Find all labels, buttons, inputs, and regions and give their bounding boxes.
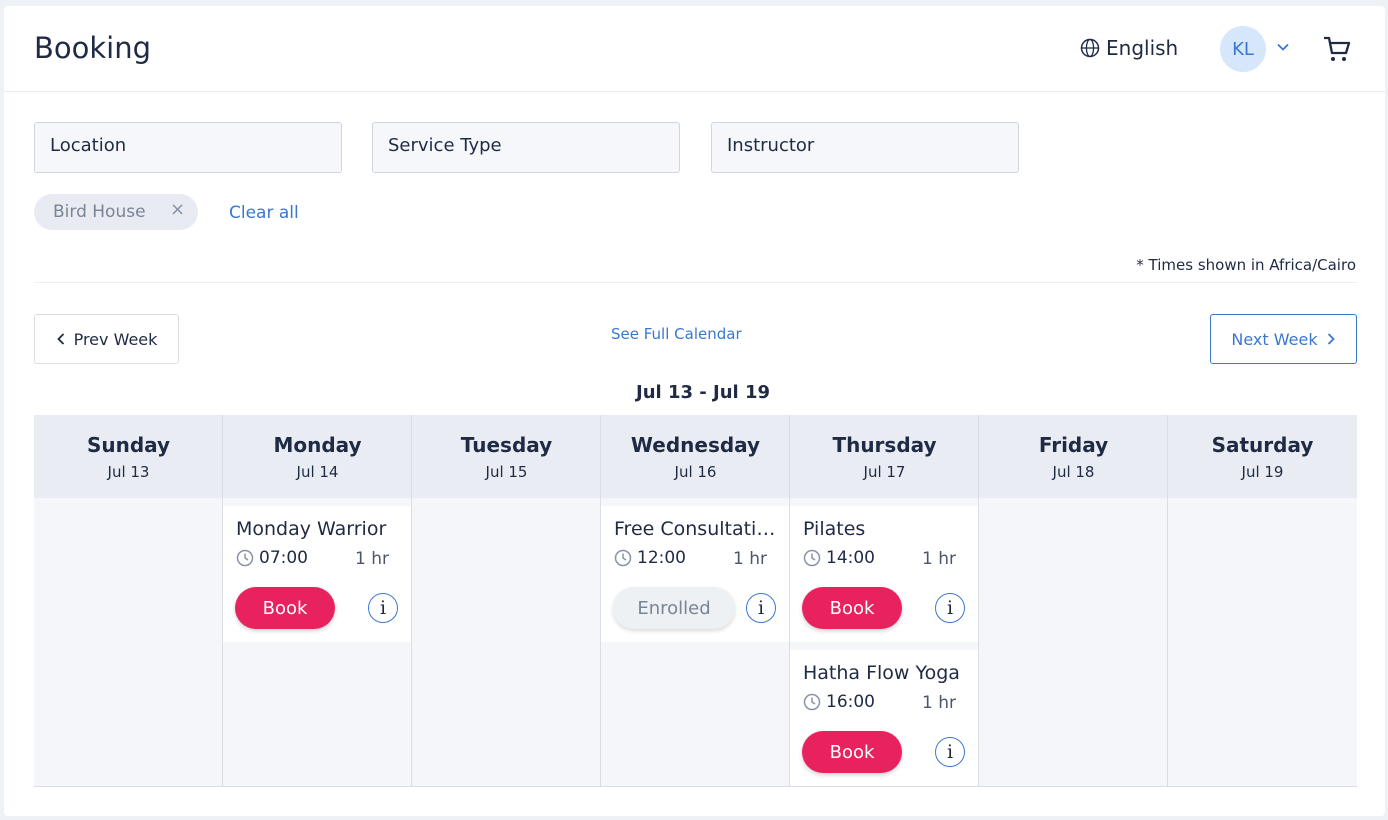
event-card: Pilates 14:00 1 hr Book i [790, 506, 978, 642]
close-icon[interactable]: × [170, 199, 185, 220]
week-grid: Sunday Jul 13 Monday Jul 14 Tuesday Jul … [34, 415, 1357, 787]
day-date: Jul 13 [107, 463, 150, 481]
column-divider [789, 415, 790, 786]
day-name: Saturday [1211, 433, 1314, 457]
day-column-saturday [1168, 498, 1357, 786]
divider [34, 282, 1357, 283]
info-icon[interactable]: i [935, 593, 965, 623]
event-title[interactable]: Free Consultation [614, 518, 778, 540]
day-column-sunday [34, 498, 223, 786]
column-divider [222, 415, 223, 786]
day-column-monday: Monday Warrior 07:00 1 hr Book i [223, 498, 412, 786]
event-duration: 1 hr [922, 693, 956, 713]
column-divider [978, 415, 979, 786]
day-date: Jul 14 [296, 463, 339, 481]
day-header-saturday: Saturday Jul 19 [1168, 415, 1357, 498]
booking-card: Booking English KL Location Service Type… [4, 6, 1385, 816]
prev-week-button[interactable]: Prev Week [34, 314, 179, 364]
book-button[interactable]: Book [235, 587, 335, 629]
instructor-filter[interactable]: Instructor [711, 122, 1019, 173]
event-time: 07:00 [236, 548, 308, 568]
location-filter[interactable]: Location [34, 122, 342, 173]
day-name: Wednesday [630, 433, 761, 457]
day-date: Jul 17 [863, 463, 906, 481]
globe-icon [1080, 38, 1100, 58]
clock-icon [236, 549, 254, 567]
day-column-thursday: Pilates 14:00 1 hr Book i Hatha Flow Yog… [790, 498, 979, 786]
event-time-value: 12:00 [637, 548, 686, 568]
day-column-tuesday [412, 498, 601, 786]
chevron-right-icon [1327, 333, 1335, 345]
column-divider [600, 415, 601, 786]
day-header-friday: Friday Jul 18 [979, 415, 1168, 498]
day-header-monday: Monday Jul 14 [223, 415, 412, 498]
event-duration: 1 hr [355, 549, 389, 569]
day-name: Thursday [832, 433, 937, 457]
filter-chip-label: Bird House [53, 202, 146, 222]
day-date: Jul 19 [1241, 463, 1284, 481]
event-time-value: 16:00 [826, 692, 875, 712]
filter-chip: Bird House × [34, 194, 198, 230]
clock-icon [614, 549, 632, 567]
day-column-wednesday: Free Consultation 12:00 1 hr Enrolled i [601, 498, 790, 786]
chevron-left-icon [56, 333, 64, 345]
day-column-friday [979, 498, 1168, 786]
event-title[interactable]: Hatha Flow Yoga [803, 662, 967, 684]
info-icon[interactable]: i [935, 737, 965, 767]
info-icon[interactable]: i [746, 593, 776, 623]
event-time-value: 14:00 [826, 548, 875, 568]
clock-icon [803, 693, 821, 711]
cart-icon[interactable] [1322, 34, 1352, 64]
day-name: Monday [273, 433, 362, 457]
day-date: Jul 18 [1052, 463, 1095, 481]
event-title[interactable]: Pilates [803, 518, 967, 540]
event-card: Monday Warrior 07:00 1 hr Book i [223, 506, 411, 642]
day-date: Jul 15 [485, 463, 528, 481]
event-time: 14:00 [803, 548, 875, 568]
column-divider [411, 415, 412, 786]
info-icon[interactable]: i [368, 593, 398, 623]
day-name: Friday [1038, 433, 1109, 457]
day-name: Sunday [86, 433, 171, 457]
event-time: 12:00 [614, 548, 686, 568]
day-header-tuesday: Tuesday Jul 15 [412, 415, 601, 498]
day-header-wednesday: Wednesday Jul 16 [601, 415, 790, 498]
event-duration: 1 hr [733, 549, 767, 569]
language-selector[interactable]: English [1080, 36, 1178, 60]
clear-all-link[interactable]: Clear all [229, 203, 299, 223]
see-full-calendar-link[interactable]: See Full Calendar [611, 325, 742, 343]
book-button[interactable]: Book [802, 587, 902, 629]
day-header-thursday: Thursday Jul 17 [790, 415, 979, 498]
next-week-button[interactable]: Next Week [1210, 314, 1357, 364]
enrolled-button: Enrolled [613, 587, 735, 629]
event-time: 16:00 [803, 692, 875, 712]
week-range: Jul 13 - Jul 19 [636, 382, 770, 403]
prev-week-label: Prev Week [73, 329, 158, 349]
day-name: Tuesday [460, 433, 553, 457]
page-title: Booking [34, 31, 152, 65]
event-time-value: 07:00 [259, 548, 308, 568]
book-button[interactable]: Book [802, 731, 902, 773]
language-label: English [1106, 36, 1179, 60]
service-type-filter[interactable]: Service Type [372, 122, 680, 173]
header: Booking English KL [4, 6, 1385, 92]
event-duration: 1 hr [922, 549, 956, 569]
event-title[interactable]: Monday Warrior [236, 518, 400, 540]
next-week-label: Next Week [1231, 329, 1318, 349]
column-divider [1167, 415, 1168, 786]
event-card: Free Consultation 12:00 1 hr Enrolled i [601, 506, 789, 642]
event-card: Hatha Flow Yoga 16:00 1 hr Book i [790, 650, 978, 786]
avatar[interactable]: KL [1220, 26, 1266, 72]
chevron-down-icon[interactable] [1276, 42, 1290, 52]
clock-icon [803, 549, 821, 567]
day-header-sunday: Sunday Jul 13 [34, 415, 223, 498]
day-date: Jul 16 [674, 463, 717, 481]
timezone-note: * Times shown in Africa/Cairo [1136, 256, 1356, 274]
